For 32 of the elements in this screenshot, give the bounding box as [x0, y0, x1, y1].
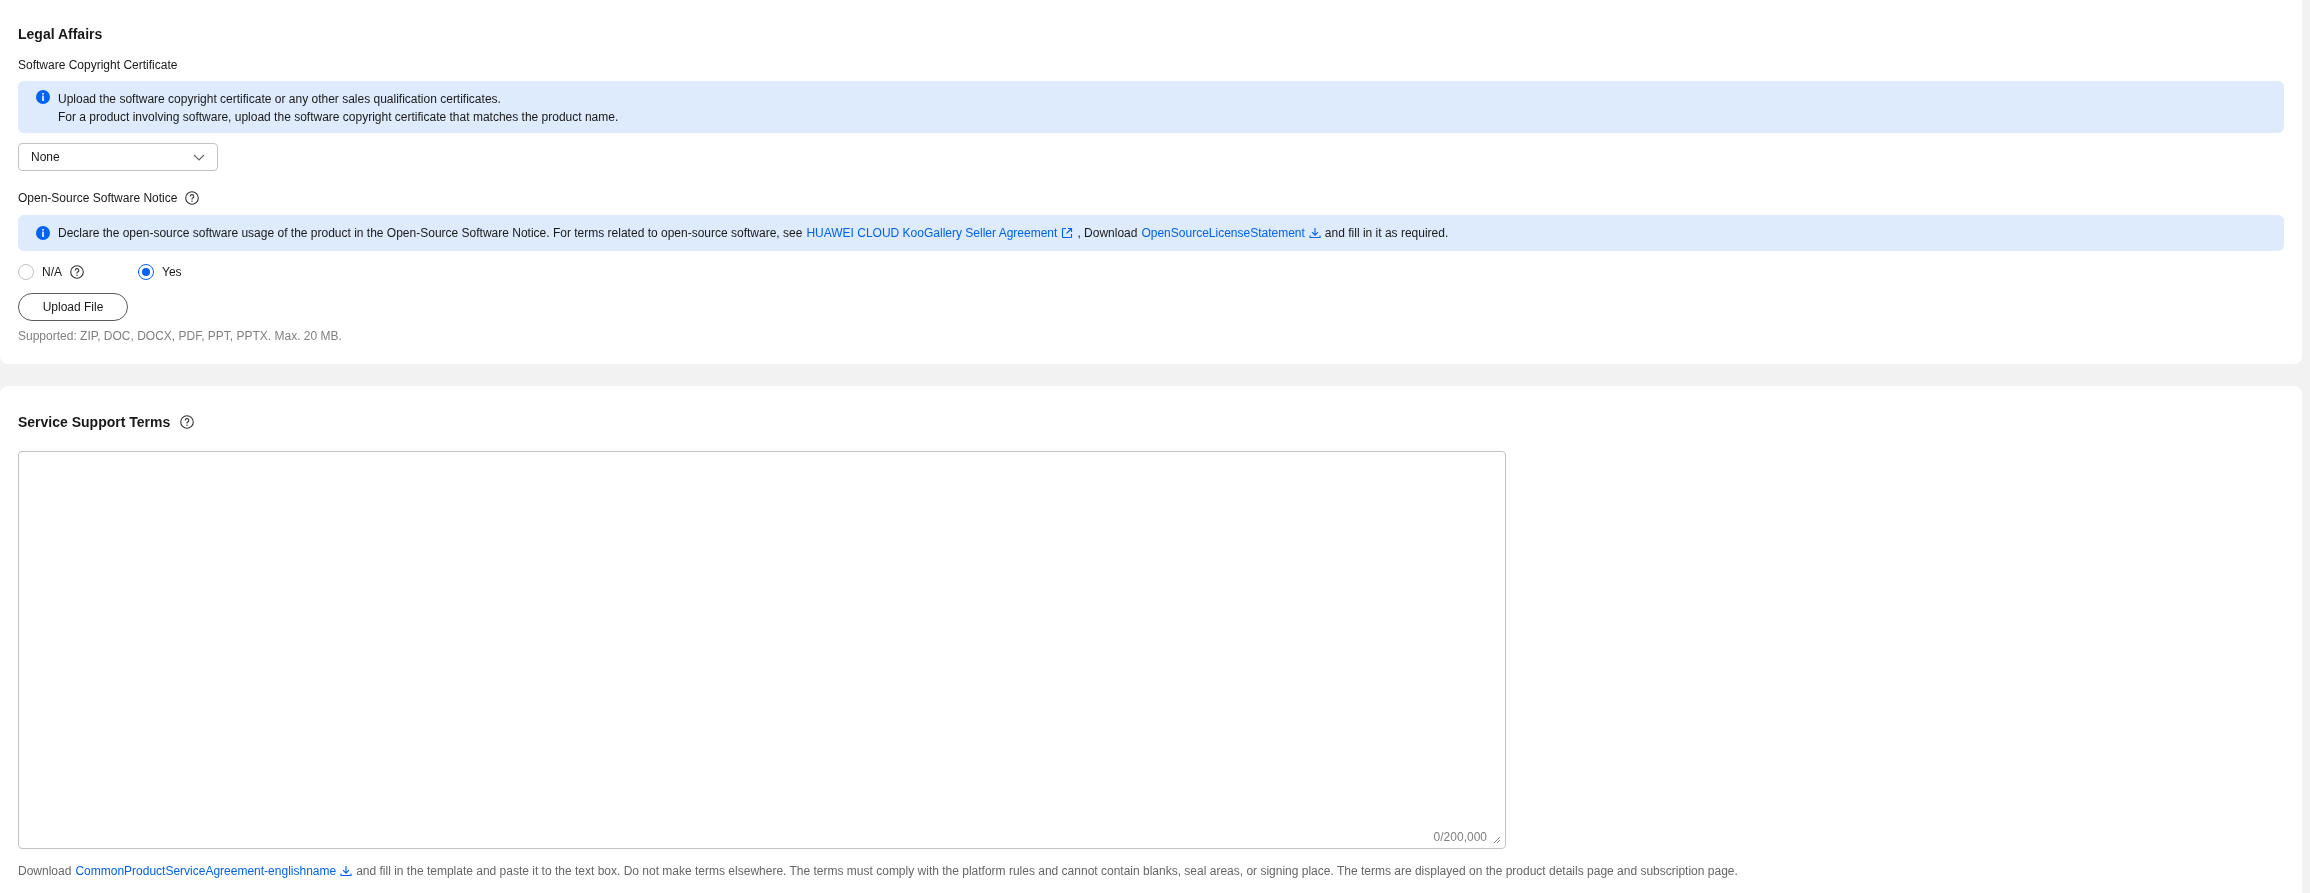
download-link[interactable]: OpenSourceLicenseStatement [1141, 224, 1305, 242]
supported-formats-hint: Supported: ZIP, DOC, DOCX, PDF, PPT, PPTX. Max. 20 MB. [18, 328, 343, 345]
notice-text: and fill in it as required. [1324, 225, 1449, 242]
help-icon[interactable] [180, 415, 195, 429]
field-label: Open-Source Software Notice [18, 190, 178, 207]
notice-text: Declare the open-source software usage of the product in the Open-Source Software Notice. For terms related to open-source software, see [58, 225, 803, 242]
notice-text: and fill in the template and paste it to the text box. Do not make terms elsewhere. The terms must comply with the platform rules and cannot contain blanks, seal areas, or signing place. The terms are displayed on the product details page and subscription page. [356, 863, 1738, 880]
info-text: Upload the software copyright certificate or any other sales qualification certificates. [58, 91, 502, 108]
info-icon [36, 90, 50, 104]
chevron-down-icon [193, 153, 205, 161]
notice-text: , Download [1077, 225, 1138, 242]
notice-text: Download [18, 863, 72, 880]
terms-textarea[interactable]: 0/200,000 [18, 451, 1506, 849]
download-icon[interactable] [340, 865, 353, 877]
radio-label: Yes [162, 264, 182, 281]
external-link-icon[interactable] [1061, 227, 1074, 239]
select-value: None [31, 149, 60, 166]
help-icon[interactable] [185, 191, 200, 205]
info-text: For a product involving software, upload the software copyright certificate that matches the product name. [58, 109, 619, 126]
upload-button[interactable]: Upload File [18, 293, 128, 321]
download-link[interactable]: CommonProductServiceAgreement-englishname [75, 862, 337, 880]
download-icon[interactable] [1308, 227, 1321, 239]
section-title: Legal Affairs [18, 25, 104, 44]
character-counter: 0/200,000 [1433, 830, 1487, 844]
radio-label: N/A [42, 264, 62, 281]
select-field[interactable]: None [18, 143, 218, 171]
help-icon[interactable] [70, 265, 84, 279]
field-label: Software Copyright Certificate [18, 57, 179, 74]
section-title: Service Support Terms [18, 412, 171, 432]
agreement-link[interactable]: HUAWEI CLOUD KooGallery Seller Agreement [806, 224, 1058, 242]
resize-handle-icon[interactable] [1493, 836, 1501, 844]
info-icon [36, 226, 50, 240]
